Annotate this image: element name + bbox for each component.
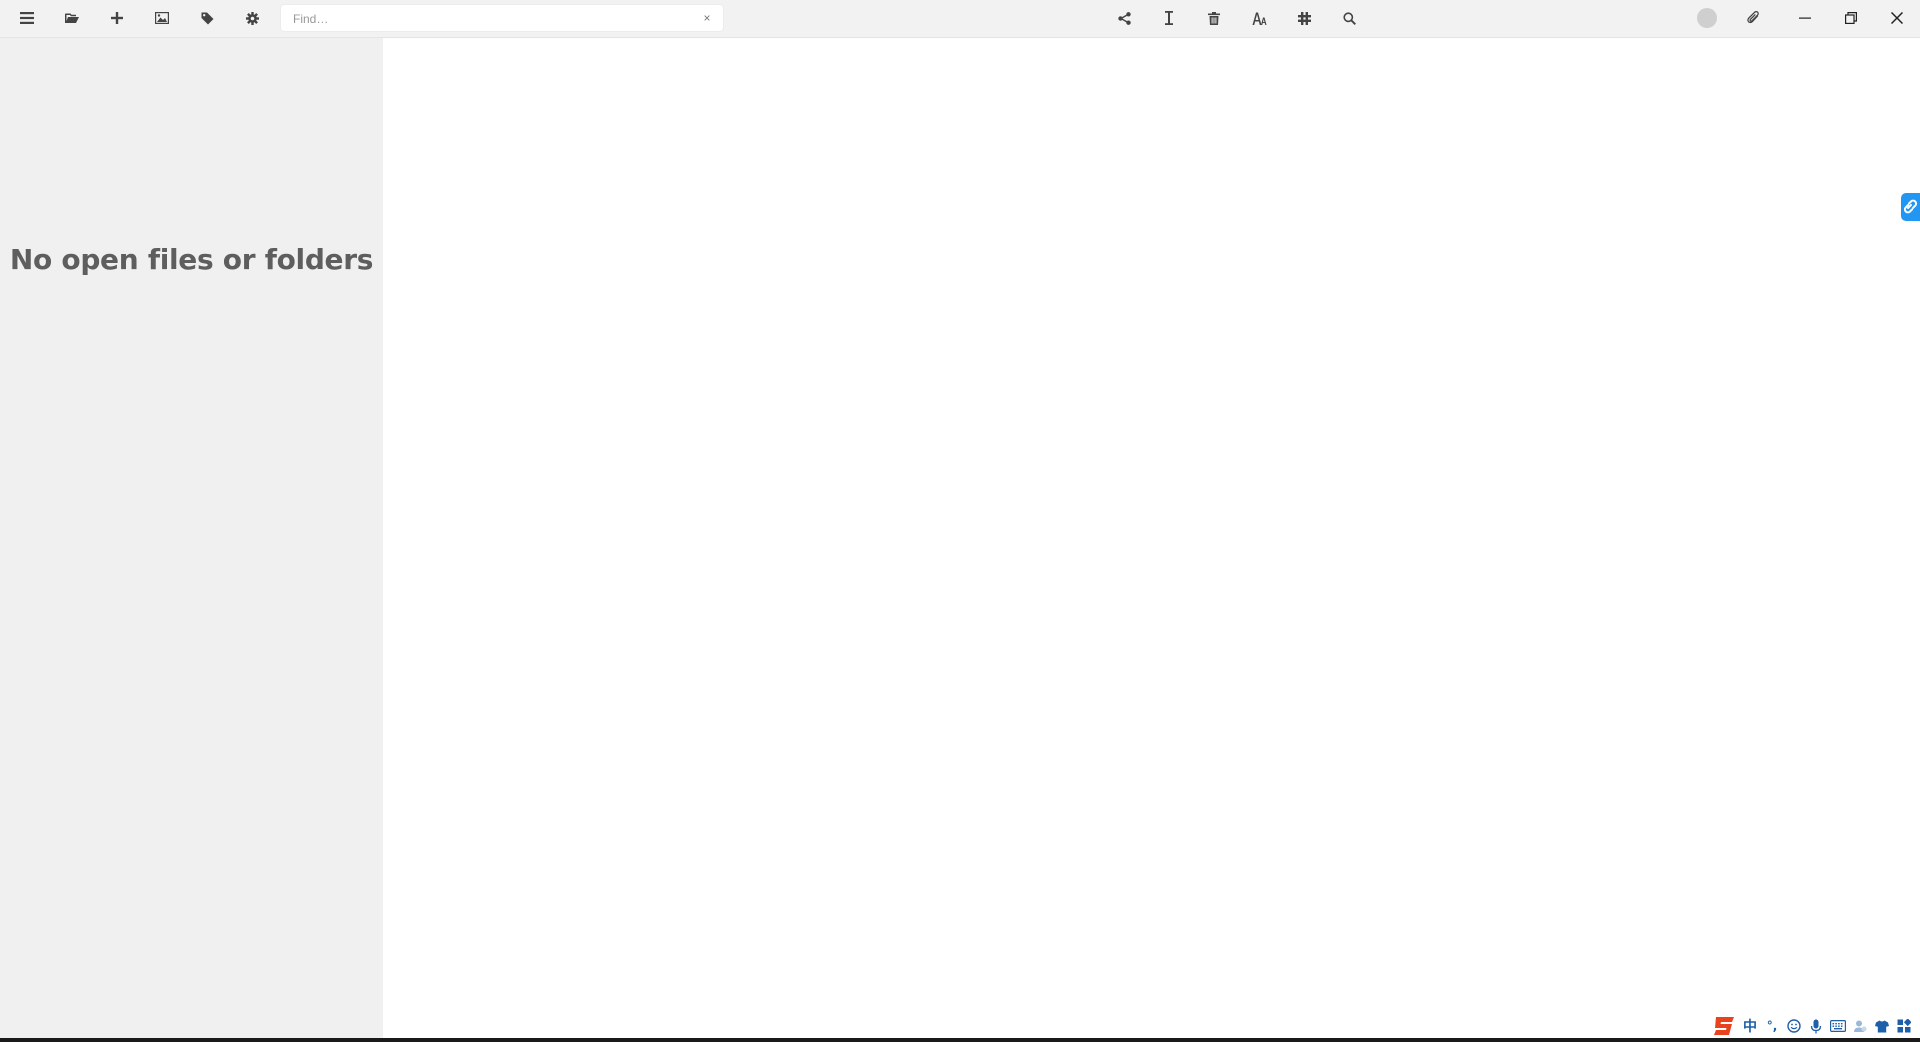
ime-punctuation-label: °, xyxy=(1766,1019,1778,1033)
ime-voice-button[interactable] xyxy=(1806,1016,1826,1036)
minimize-icon xyxy=(1799,17,1811,19)
text-cursor-icon xyxy=(1165,11,1173,25)
close-icon xyxy=(1891,12,1903,24)
trash-icon xyxy=(1208,11,1220,25)
hashtag-icon xyxy=(1297,11,1311,25)
paperclip-icon xyxy=(1746,11,1759,24)
hashtag-button[interactable] xyxy=(1291,6,1317,30)
menu-icon xyxy=(20,12,34,24)
share-icon xyxy=(1117,11,1131,25)
font-icon xyxy=(1252,12,1266,25)
ime-language-toggle[interactable]: 中 xyxy=(1740,1016,1760,1036)
ime-skin-button[interactable] xyxy=(1872,1016,1892,1036)
insert-image-button[interactable] xyxy=(149,6,175,30)
tag-icon xyxy=(201,12,213,24)
keyboard-icon xyxy=(1830,1020,1846,1032)
text-cursor-button[interactable] xyxy=(1156,6,1182,30)
restore-button[interactable] xyxy=(1838,6,1864,30)
minimize-button[interactable] xyxy=(1792,6,1818,30)
ime-emoji-button[interactable] xyxy=(1784,1016,1804,1036)
top-toolbar: × xyxy=(0,0,1920,38)
attach-button[interactable] xyxy=(1740,6,1766,30)
plus-icon xyxy=(111,12,123,24)
restore-icon xyxy=(1845,12,1857,24)
new-file-button[interactable] xyxy=(104,6,130,30)
menu-button[interactable] xyxy=(14,6,40,30)
ime-keyboard-button[interactable] xyxy=(1828,1016,1848,1036)
tags-button[interactable] xyxy=(194,6,220,30)
link-icon xyxy=(1903,199,1918,214)
user-icon xyxy=(1854,1020,1867,1032)
shirt-icon xyxy=(1875,1020,1889,1032)
image-icon xyxy=(155,12,169,24)
ime-punctuation-toggle[interactable]: °, xyxy=(1762,1016,1782,1036)
sogou-logo-icon xyxy=(1714,1017,1734,1035)
empty-state-message: No open files or folders xyxy=(9,243,374,276)
link-tab-button[interactable] xyxy=(1901,193,1920,221)
search-icon xyxy=(1342,11,1356,25)
microphone-icon xyxy=(1810,1019,1822,1033)
avatar[interactable] xyxy=(1697,8,1717,28)
close-button[interactable] xyxy=(1884,6,1910,30)
find-box: × xyxy=(280,4,724,32)
grid-icon xyxy=(1897,1019,1911,1033)
search-button[interactable] xyxy=(1336,6,1362,30)
ime-logo[interactable] xyxy=(1712,1014,1738,1038)
font-button[interactable] xyxy=(1246,6,1272,30)
ime-toolbar: 中 °, xyxy=(1712,1014,1920,1038)
window-bottom-border xyxy=(0,1038,1920,1042)
gear-icon xyxy=(245,11,259,25)
ime-user-button[interactable] xyxy=(1850,1016,1870,1036)
file-sidebar: No open files or folders xyxy=(0,38,383,1038)
find-input[interactable] xyxy=(291,8,695,30)
app-window: × xyxy=(0,0,1920,1042)
share-button[interactable] xyxy=(1111,6,1137,30)
settings-button[interactable] xyxy=(239,6,265,30)
delete-button[interactable] xyxy=(1201,6,1227,30)
folder-open-icon xyxy=(65,13,79,23)
smiley-icon xyxy=(1787,1019,1801,1033)
find-clear-button[interactable]: × xyxy=(699,9,715,27)
open-folder-button[interactable] xyxy=(59,6,85,30)
editor-area[interactable] xyxy=(383,38,1920,1038)
ime-language-label: 中 xyxy=(1743,1019,1757,1035)
ime-toolbox-button[interactable] xyxy=(1894,1016,1914,1036)
